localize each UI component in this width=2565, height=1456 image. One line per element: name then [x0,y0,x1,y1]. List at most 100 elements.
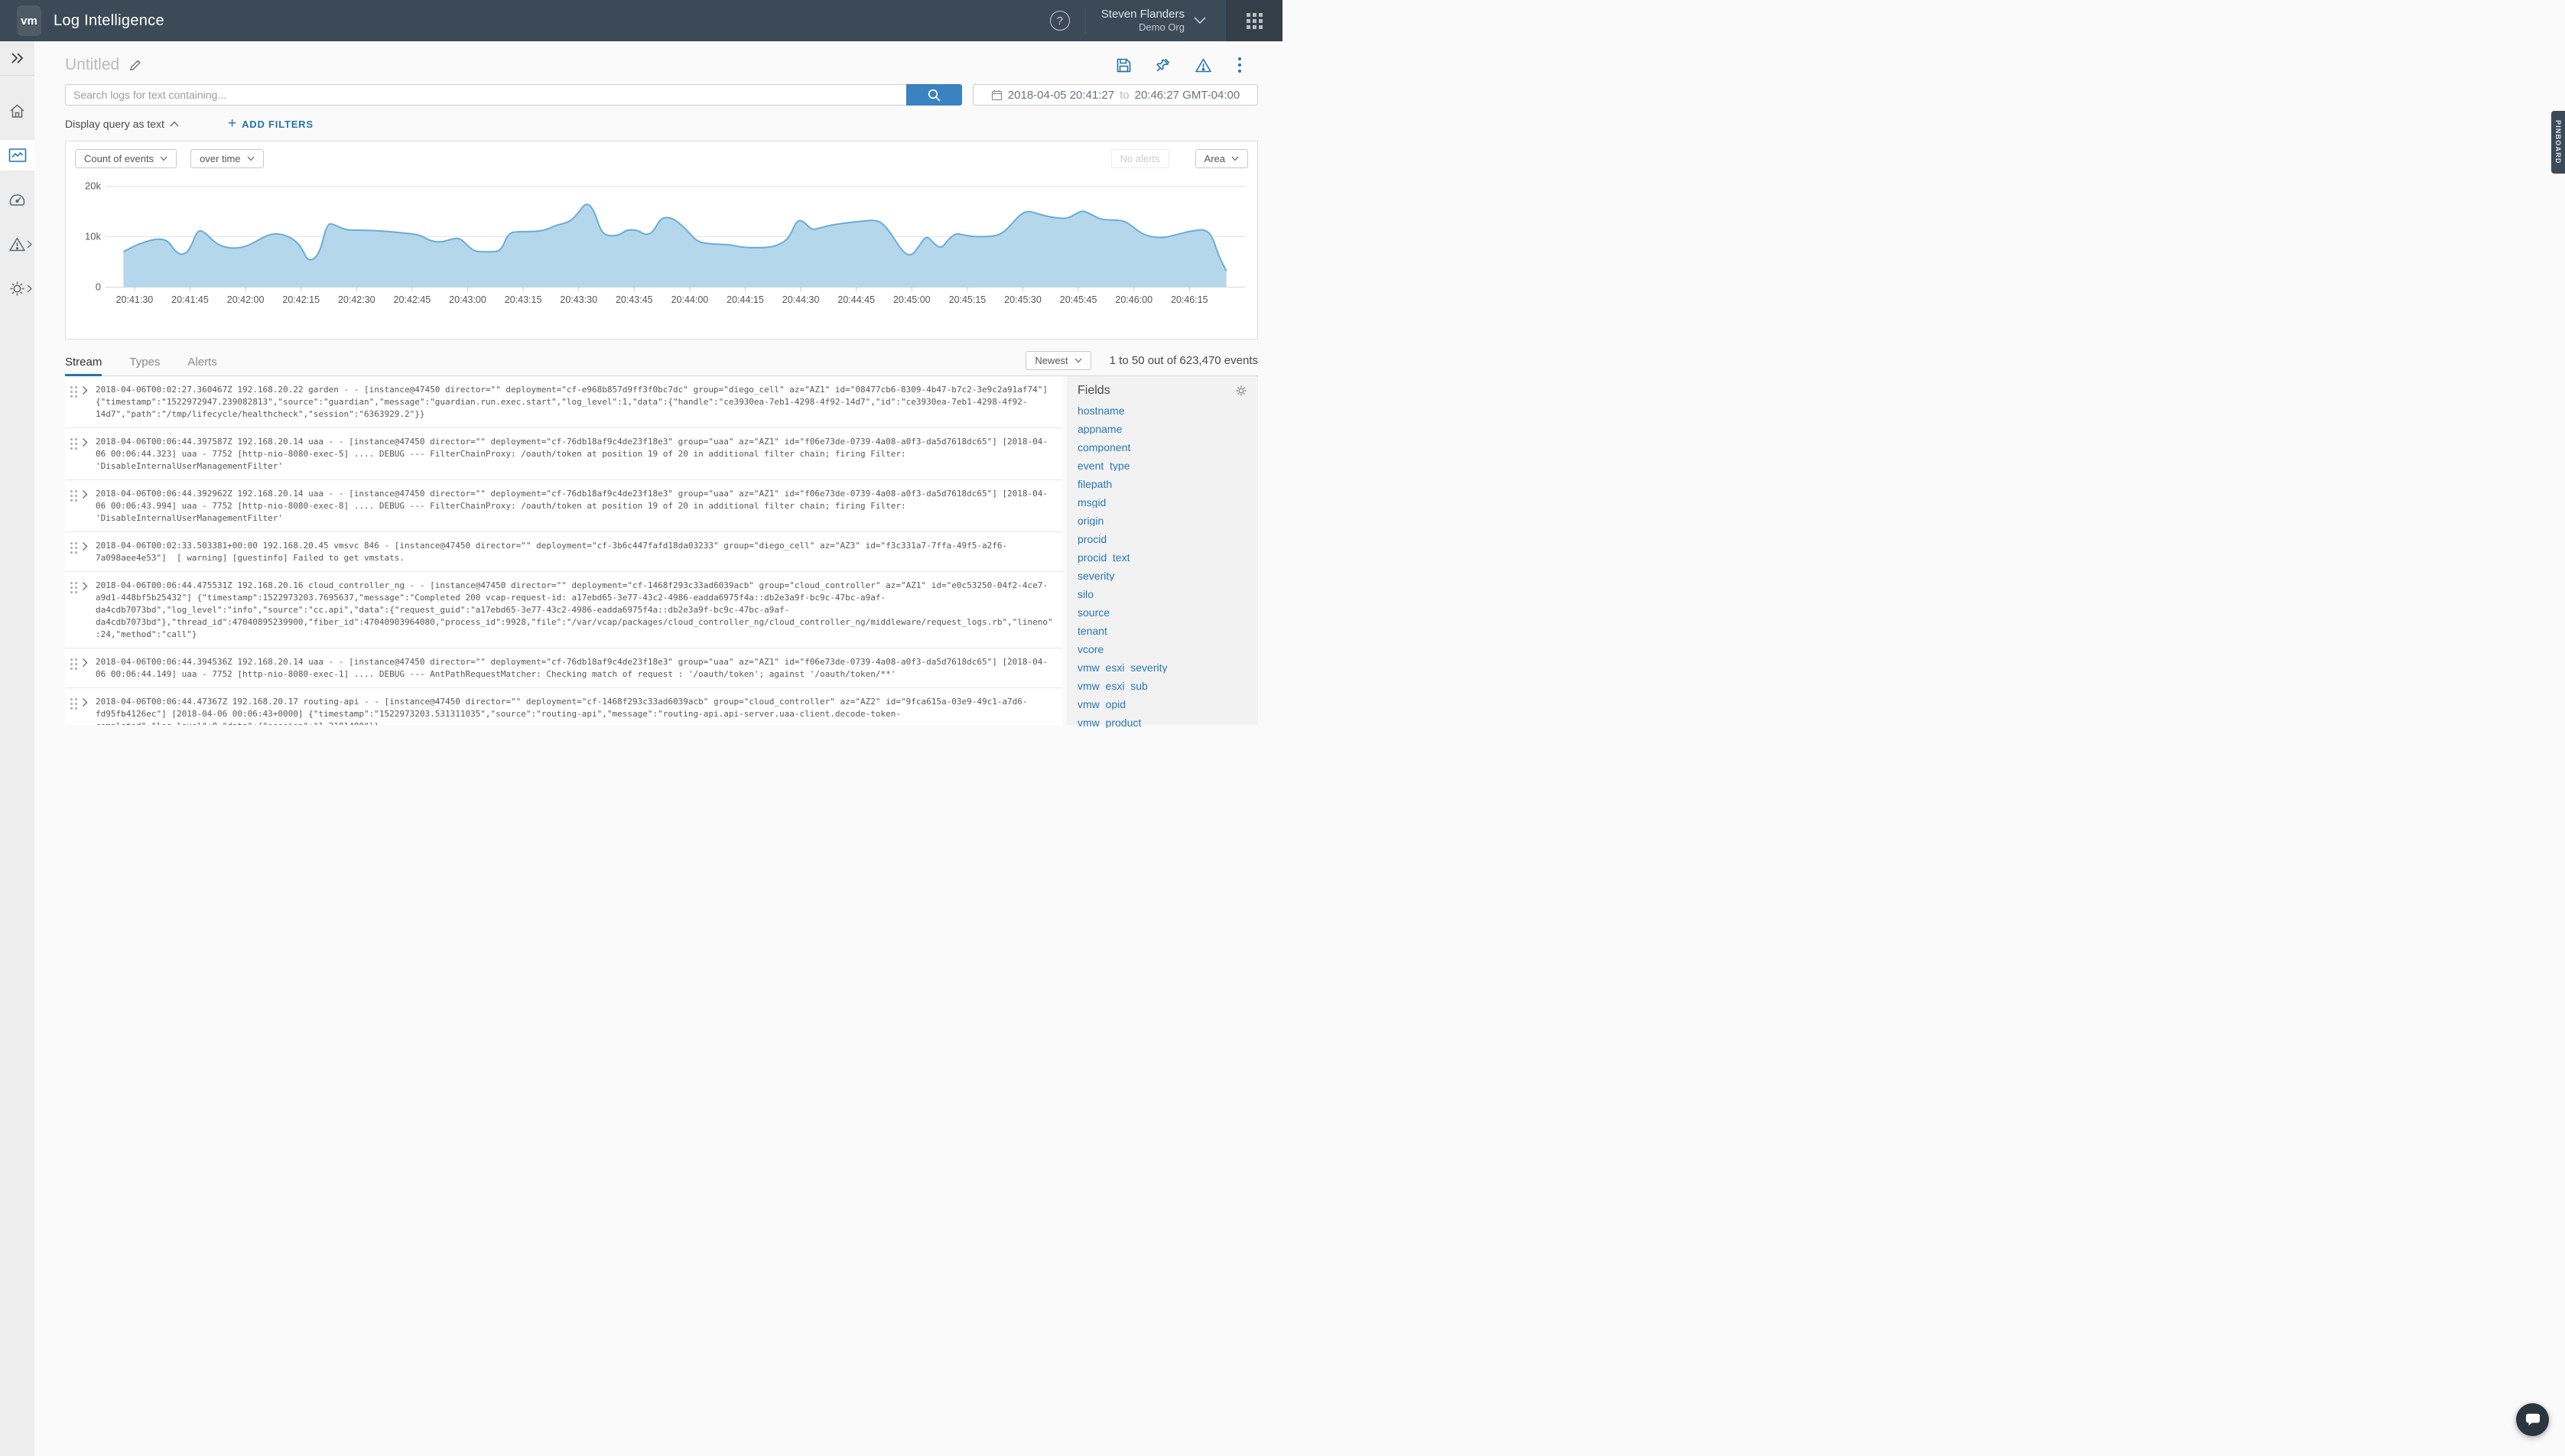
field-link[interactable]: msgid [1078,497,1247,508]
log-stream-list: 2018-04-06T00:02:27.360467Z 192.168.20.2… [65,376,1062,725]
field-link[interactable]: vmw_esxi_severity [1078,662,1247,673]
field-link[interactable]: event_type [1078,460,1247,471]
date-range-end: 20:46:27 GMT-04:00 [1135,89,1240,102]
x-axis-label: 20:42:00 [227,294,265,305]
drag-handle-icon[interactable] [65,540,82,564]
x-axis-label: 20:44:00 [671,294,709,305]
chevron-down-icon [1231,156,1239,161]
y-axis-label: 10k [85,231,101,242]
expand-row-icon[interactable] [82,656,96,681]
results-tabs: Stream Types Alerts Newest 1 to 50 out o… [65,350,1258,376]
drag-handle-icon[interactable] [65,488,82,525]
user-menu[interactable]: Steven Flanders Demo Org [1101,8,1185,34]
field-link[interactable]: vmw_opid [1078,699,1247,710]
x-axis-label: 20:46:00 [1115,294,1152,305]
y-axis-label: 0 [96,281,101,293]
double-chevron-right-icon [11,53,24,63]
tab-stream[interactable]: Stream [65,350,102,376]
expand-row-icon[interactable] [82,540,96,564]
app-launcher-button[interactable] [1226,0,1282,41]
expand-row-icon[interactable] [82,488,96,525]
sidebar-item-alerts[interactable] [0,229,34,259]
pinboard-tab[interactable]: PINBOARD [2551,111,2565,174]
log-row: 2018-04-06T00:06:44.47367Z 192.168.20.17… [65,688,1062,725]
expand-row-icon[interactable] [82,580,96,641]
sidebar-item-explore-logs[interactable] [0,140,34,171]
chevron-down-icon [160,156,167,161]
chat-support-button[interactable] [2516,1403,2549,1436]
log-text: 2018-04-06T00:02:33.503381+00:00 192.168… [96,540,1062,564]
search-button[interactable] [906,84,962,106]
field-link[interactable]: procid_text [1078,552,1247,563]
log-text: 2018-04-06T00:06:44.394536Z 192.168.20.1… [96,656,1062,681]
user-org: Demo Org [1101,21,1185,34]
calendar-icon [991,89,1003,101]
page-title: Untitled [65,56,119,74]
field-link[interactable]: source [1078,607,1247,618]
sort-dropdown[interactable]: Newest [1026,351,1091,370]
user-name: Steven Flanders [1101,8,1185,22]
add-filters-button[interactable]: + ADD FILTERS [228,115,314,132]
chevron-down-icon[interactable] [1194,17,1206,24]
dimension-dropdown[interactable]: over time [190,149,263,168]
edit-title-icon[interactable] [128,59,141,72]
sidebar-item-dashboards[interactable] [0,184,34,215]
chevron-down-icon [247,156,255,161]
drag-handle-icon[interactable] [65,384,82,421]
field-link[interactable]: component [1078,442,1247,453]
drag-handle-icon[interactable] [65,436,82,473]
field-link[interactable]: procid [1078,534,1247,544]
field-link[interactable]: hostname [1078,405,1247,416]
x-axis-label: 20:45:15 [949,294,987,305]
events-chart-card: Count of events over time No alerts Area… [65,141,1258,340]
field-link[interactable]: filepath [1078,479,1247,489]
help-icon[interactable]: ? [1050,11,1070,31]
metric-dropdown[interactable]: Count of events [75,149,177,168]
sidebar-item-home[interactable] [0,96,34,126]
pin-button[interactable] [1155,57,1172,73]
date-range-picker[interactable]: 2018-04-05 20:41:27 to 20:46:27 GMT-04:0… [973,84,1258,106]
warning-triangle-icon [8,236,26,252]
expand-row-icon[interactable] [82,436,96,473]
left-sidebar [0,41,34,1456]
save-button[interactable] [1116,57,1132,73]
field-link[interactable]: origin [1078,515,1247,526]
nav-divider [1085,8,1086,34]
drag-handle-icon[interactable] [65,656,82,681]
more-options-button[interactable] [1235,57,1244,73]
tab-types[interactable]: Types [129,350,160,376]
vmware-logo: vm [17,5,41,36]
events-area-chart[interactable]: 010k20k 20:41:3020:41:4520:42:0020:42:15… [75,168,1248,330]
plus-icon: + [228,115,236,132]
expand-row-icon[interactable] [82,696,96,725]
fields-settings-icon[interactable] [1235,385,1247,397]
expand-row-icon[interactable] [82,384,96,421]
field-link[interactable]: severity [1078,570,1247,581]
fields-title: Fields [1078,384,1110,398]
drag-handle-icon[interactable] [65,580,82,641]
field-link[interactable]: vmw_esxi_sub [1078,681,1247,691]
gauge-icon [8,191,26,208]
alert-button[interactable] [1195,57,1212,73]
x-axis-label: 20:44:15 [727,294,764,305]
log-row: 2018-04-06T00:06:44.397587Z 192.168.20.1… [65,428,1062,480]
drag-handle-icon[interactable] [65,696,82,725]
display-query-toggle[interactable]: Display query as text [65,118,179,130]
field-link[interactable]: vmw_product [1078,717,1247,728]
x-axis-label: 20:46:15 [1171,294,1208,305]
chevron-down-icon [1074,358,1082,363]
chart-type-dropdown[interactable]: Area [1195,149,1248,168]
field-link[interactable]: appname [1078,424,1247,434]
x-axis-label: 20:42:15 [282,294,320,305]
field-link[interactable]: tenant [1078,626,1247,636]
no-alerts-button: No alerts [1111,149,1169,168]
sidebar-item-settings[interactable] [0,273,34,304]
x-axis-label: 20:44:30 [782,294,820,305]
tab-alerts[interactable]: Alerts [187,350,216,376]
chevron-right-icon [27,240,32,249]
search-input[interactable] [65,84,906,106]
log-text: 2018-04-06T00:02:27.360467Z 192.168.20.2… [96,384,1062,421]
field-link[interactable]: silo [1078,589,1247,600]
sidebar-expand-button[interactable] [0,41,34,76]
field-link[interactable]: vcore [1078,644,1247,655]
